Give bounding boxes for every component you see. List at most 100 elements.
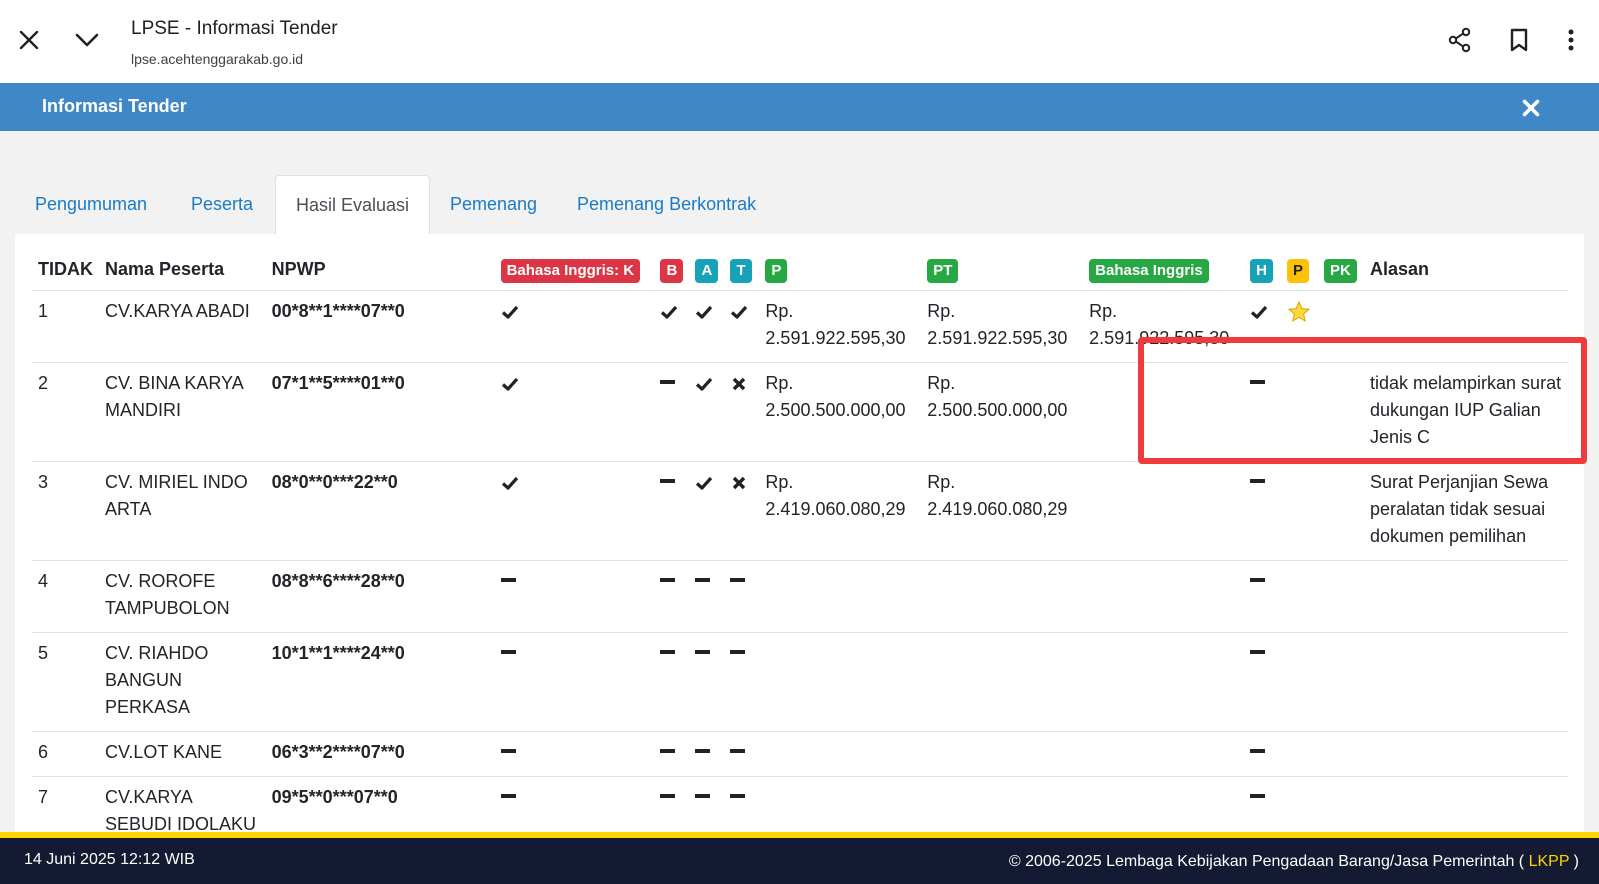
reason	[1364, 632, 1568, 732]
badge-pk: PK	[1324, 259, 1357, 283]
evaluation-panel: TIDAK Nama Peserta NPWP Bahasa Inggris: …	[15, 234, 1584, 837]
eval-a	[689, 731, 725, 777]
badge-h: H	[1250, 259, 1273, 283]
price-corrected	[921, 560, 1084, 633]
eval-k	[494, 776, 655, 837]
row-number: 7	[32, 776, 99, 837]
eval-t	[724, 632, 760, 732]
cross-icon	[730, 472, 748, 492]
price-final	[1083, 461, 1245, 561]
eval-t	[724, 362, 760, 462]
close-icon[interactable]	[11, 22, 47, 58]
participant-name: CV. MIRIEL INDO ARTA	[99, 461, 266, 561]
col-h: H	[1244, 251, 1282, 291]
check-icon	[1250, 301, 1268, 321]
badge-p-winner: P	[1287, 259, 1310, 283]
participant-npwp: 09*5**0***07**0	[265, 776, 495, 837]
participant-npwp: 07*1**5****01**0	[265, 362, 495, 462]
eval-pk	[1318, 461, 1364, 561]
price-offer	[759, 731, 922, 777]
check-icon	[730, 301, 748, 321]
eval-a	[689, 362, 725, 462]
check-icon	[501, 301, 519, 321]
modal-close-icon[interactable]	[1516, 93, 1546, 123]
col-a: A	[689, 251, 725, 291]
eval-k	[494, 362, 655, 462]
star-icon	[1287, 300, 1311, 322]
eval-h	[1244, 731, 1282, 777]
eval-b	[654, 776, 690, 837]
eval-k	[494, 560, 655, 633]
tab-peserta[interactable]: Peserta	[171, 175, 273, 235]
dash-icon	[1250, 571, 1266, 591]
eval-h	[1244, 461, 1282, 561]
table-row: 3 CV. MIRIEL INDO ARTA 08*0**0***22**0 Rp. …	[32, 461, 1568, 561]
footer-datetime: 14 Juni 2025 12:12 WIB	[24, 851, 195, 868]
eval-k	[494, 461, 655, 561]
price-corrected: Rp. 2.591.922.595,30	[921, 290, 1084, 363]
participant-name: CV.LOT KANE	[99, 731, 266, 777]
tab-pengumuman[interactable]: Pengumuman	[15, 175, 167, 235]
chevron-down-icon[interactable]	[69, 22, 105, 58]
price-final	[1083, 731, 1245, 777]
eval-b	[654, 461, 690, 561]
row-number: 2	[32, 362, 99, 462]
more-vertical-icon[interactable]	[1553, 22, 1589, 58]
row-number: 6	[32, 731, 99, 777]
participant-npwp: 10*1**1****24**0	[265, 632, 495, 732]
participant-name: CV.KARYA SEBUDI IDOLAKU	[99, 776, 266, 837]
check-icon	[501, 472, 519, 492]
page-url[interactable]: lpse.acehtenggarakab.go.id	[131, 51, 303, 67]
footer-copyright: © 2006-2025 Lembaga Kebijakan Pengadaan …	[1009, 853, 1579, 871]
eval-a	[689, 776, 725, 837]
reason: Surat Perjanjian Sewa peralatan tidak se…	[1364, 461, 1568, 561]
modal-header: Informasi Tender	[0, 83, 1599, 131]
table-row: 4 CV. ROROFE TAMPUBOLON 08*8**6****28**0	[32, 560, 1568, 633]
price-corrected	[921, 776, 1084, 837]
participant-name: CV. BINA KARYA MANDIRI	[99, 362, 266, 462]
col-nama: Nama Peserta	[99, 251, 266, 291]
browser-toolbar: LPSE - Informasi Tender lpse.acehtenggar…	[0, 0, 1599, 83]
copyright-text: © 2006-2025 Lembaga Kebijakan Pengadaan …	[1008, 853, 1525, 870]
price-corrected	[921, 632, 1084, 732]
dash-icon	[660, 787, 676, 807]
dash-icon	[500, 742, 516, 762]
lkpp-link[interactable]: LKPP	[1529, 853, 1570, 870]
eval-h	[1244, 632, 1282, 732]
dash-icon	[730, 787, 746, 807]
bookmark-icon[interactable]	[1501, 22, 1537, 58]
badge-a: A	[695, 259, 719, 283]
participant-npwp: 00*8**1****07**0	[265, 290, 495, 363]
eval-a	[689, 560, 725, 633]
row-number: 4	[32, 560, 99, 633]
col-pt: PT	[921, 251, 1084, 291]
table-row: 7 CV.KARYA SEBUDI IDOLAKU 09*5**0***07**0	[32, 776, 1568, 837]
tab-pemenang[interactable]: Pemenang	[430, 175, 557, 235]
badge-b: B	[660, 259, 684, 283]
dash-icon	[695, 742, 711, 762]
eval-winner	[1281, 632, 1319, 732]
check-icon	[695, 472, 713, 492]
tab-pemenang-berkontrak[interactable]: Pemenang Berkontrak	[557, 175, 776, 235]
eval-h	[1244, 776, 1282, 837]
price-offer	[759, 632, 922, 732]
eval-a	[689, 632, 725, 732]
col-p2: P	[1281, 251, 1319, 291]
badge-p: P	[765, 259, 788, 283]
dash-icon	[660, 472, 676, 492]
badge-pt: PT	[927, 259, 959, 283]
share-icon[interactable]	[1442, 22, 1478, 58]
eval-t	[724, 731, 760, 777]
tab-hasil-evaluasi[interactable]: Hasil Evaluasi	[275, 175, 431, 235]
eval-winner	[1281, 560, 1319, 633]
col-pk: PK	[1318, 251, 1364, 291]
table-row: 5 CV. RIAHDO BANGUN PERKASA 10*1**1****24*…	[32, 632, 1568, 732]
eval-b	[654, 632, 690, 732]
participant-npwp: 08*8**6****28**0	[265, 560, 495, 633]
table-row: 6 CV.LOT KANE 06*3**2****07**0	[32, 731, 1568, 777]
eval-h	[1244, 560, 1282, 633]
copyright-close: )	[1573, 853, 1579, 870]
page-title: LPSE - Informasi Tender	[131, 18, 338, 39]
eval-t	[724, 776, 760, 837]
eval-pk	[1318, 776, 1364, 837]
